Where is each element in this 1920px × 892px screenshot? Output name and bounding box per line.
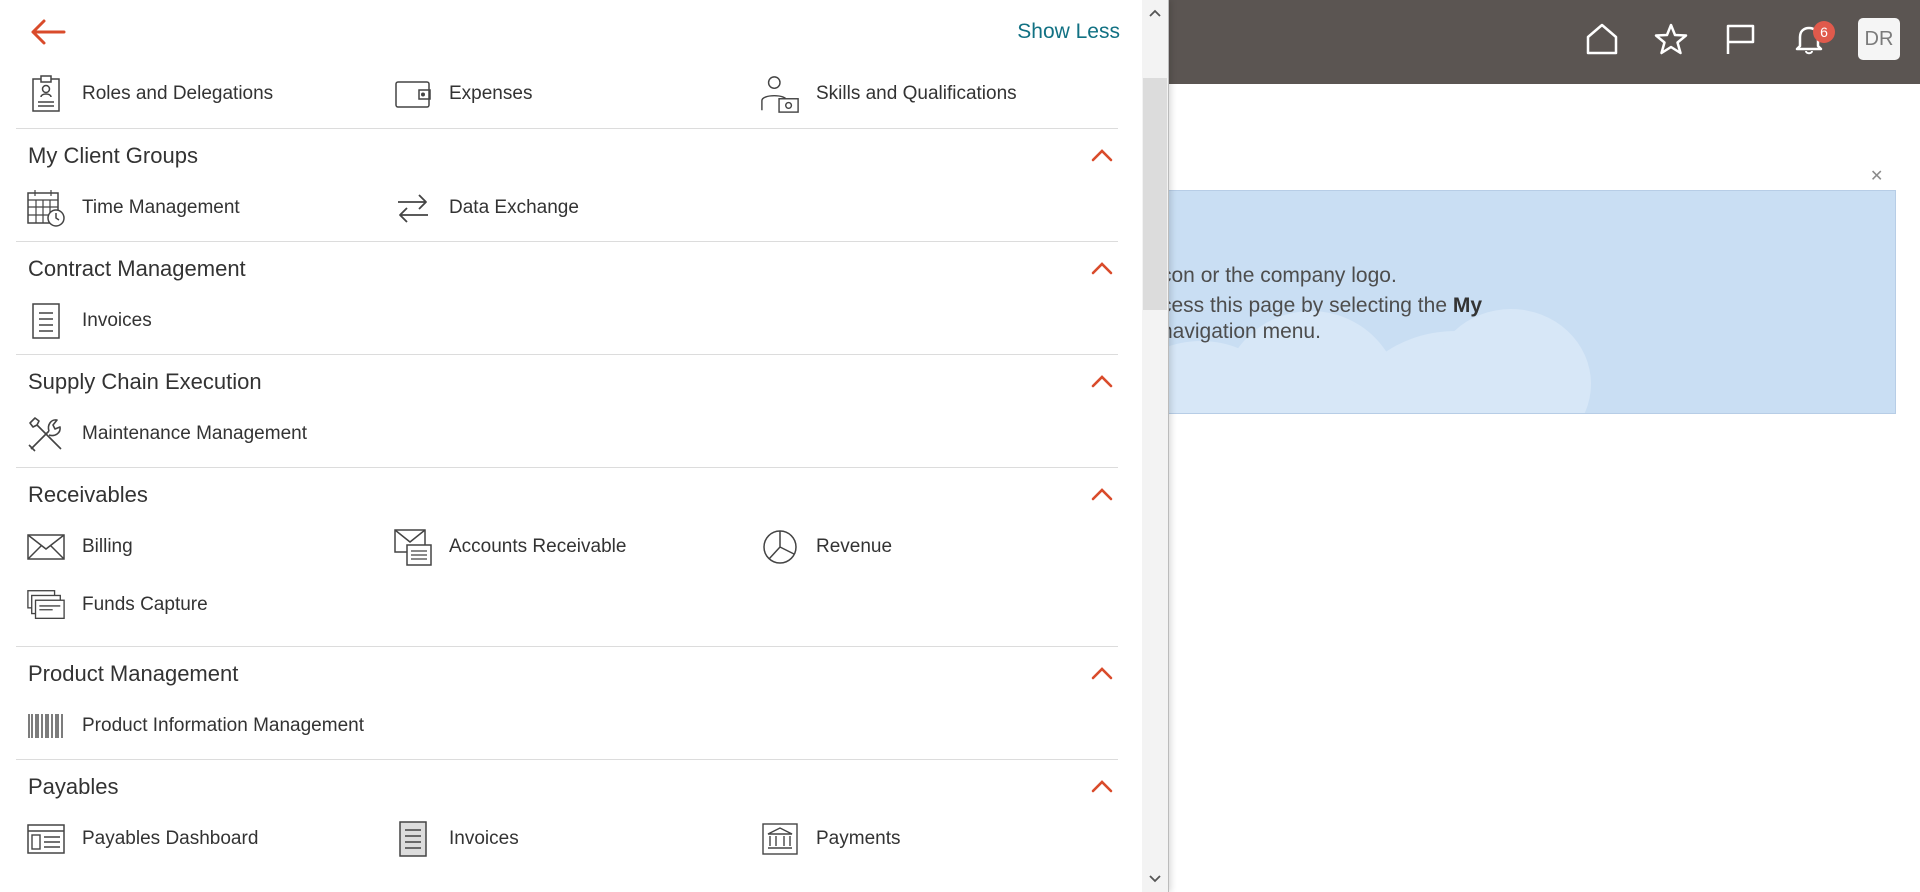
section-header[interactable]: Contract Management bbox=[16, 242, 1118, 296]
section-product-management: Product Management Product Information M… bbox=[16, 646, 1118, 759]
document-icon bbox=[26, 301, 66, 341]
chevron-up-icon[interactable] bbox=[1090, 258, 1114, 278]
section-header[interactable]: Supply Chain Execution bbox=[16, 355, 1118, 409]
nav-item-data-exchange[interactable]: Data Exchange bbox=[383, 188, 750, 228]
section-items-row: Product Information Management bbox=[16, 701, 1118, 751]
section-title: Payables bbox=[28, 774, 119, 799]
chevron-up-icon[interactable] bbox=[1090, 776, 1114, 796]
nav-item-label: Skills and Qualifications bbox=[816, 83, 1017, 104]
invoice-list-icon bbox=[393, 819, 433, 859]
section-header[interactable]: Product Management bbox=[16, 647, 1118, 701]
info-banner: con or the company logo. cess this page … bbox=[1160, 190, 1896, 414]
section-contract-management: Contract Management Invoices bbox=[16, 241, 1118, 354]
banner-line-3: navigation menu. bbox=[1161, 320, 1321, 343]
nav-item-skills-and-qualifications[interactable]: Skills and Qualifications bbox=[750, 74, 1117, 114]
star-icon[interactable] bbox=[1651, 19, 1691, 59]
nav-item-label: Payables Dashboard bbox=[82, 828, 259, 849]
section-items-row: Invoices bbox=[16, 296, 1118, 346]
nav-item-label: Invoices bbox=[82, 310, 152, 331]
nav-item-time-management[interactable]: Time Management bbox=[16, 188, 383, 228]
person-certificate-icon bbox=[760, 74, 800, 114]
wallet-icon bbox=[393, 74, 433, 114]
section-receivables: Receivables Billing Accounts Receivable … bbox=[16, 467, 1118, 646]
nav-item-label: Data Exchange bbox=[449, 197, 579, 218]
back-arrow-icon[interactable] bbox=[28, 16, 68, 48]
banner-line-2: cess this page by selecting the My bbox=[1161, 294, 1483, 317]
section-title: Contract Management bbox=[28, 256, 246, 281]
nav-item-maintenance-management[interactable]: Maintenance Management bbox=[16, 414, 383, 454]
chevron-up-icon[interactable] bbox=[1090, 371, 1114, 391]
nav-item-label: Payments bbox=[816, 828, 901, 849]
envelope-icon bbox=[26, 527, 66, 567]
nav-item-roles-and-delegations[interactable]: Roles and Delegations bbox=[16, 74, 383, 114]
top-items-row: Roles and Delegations Expenses Skills an… bbox=[16, 70, 1118, 118]
nav-item-label: Revenue bbox=[816, 536, 893, 557]
stacked-cards-icon bbox=[26, 585, 66, 625]
section-payables: Payables Payables Dashboard Invoices Pay… bbox=[16, 759, 1118, 872]
scroll-up-icon[interactable] bbox=[1142, 2, 1168, 24]
header-icons: 6 DR bbox=[1582, 18, 1900, 60]
exchange-arrows-icon bbox=[393, 188, 433, 228]
chevron-up-icon[interactable] bbox=[1090, 484, 1114, 504]
section-items-row: Funds Capture bbox=[16, 572, 1118, 638]
scroll-down-icon[interactable] bbox=[1142, 868, 1168, 890]
section-title: My Client Groups bbox=[28, 143, 198, 168]
navigator-content: Roles and Delegations Expenses Skills an… bbox=[16, 70, 1118, 872]
section-my-client-groups: My Client Groups Time Management Data Ex… bbox=[16, 128, 1118, 241]
nav-item-product-information-management[interactable]: Product Information Management bbox=[16, 706, 383, 746]
calendar-clock-icon bbox=[26, 188, 66, 228]
nav-item-payments[interactable]: Payments bbox=[750, 819, 1117, 859]
nav-item-invoices[interactable]: Invoices bbox=[16, 301, 383, 341]
section-title: Receivables bbox=[28, 482, 148, 507]
close-banner-icon[interactable]: ✕ bbox=[1870, 166, 1883, 186]
section-title: Supply Chain Execution bbox=[28, 369, 262, 394]
section-items-row: Billing Accounts Receivable Revenue bbox=[16, 522, 1118, 572]
nav-item-label: Time Management bbox=[82, 197, 240, 218]
dashboard-icon bbox=[26, 819, 66, 859]
section-items-row: Maintenance Management bbox=[16, 409, 1118, 459]
section-header[interactable]: Receivables bbox=[16, 468, 1118, 522]
section-title: Product Management bbox=[28, 661, 239, 686]
nav-item-payables-invoices[interactable]: Invoices bbox=[383, 819, 750, 859]
nav-item-revenue[interactable]: Revenue bbox=[750, 527, 1117, 567]
chevron-up-icon[interactable] bbox=[1090, 145, 1114, 165]
nav-item-billing[interactable]: Billing bbox=[16, 527, 383, 567]
notification-badge: 6 bbox=[1813, 21, 1835, 43]
tools-icon bbox=[26, 414, 66, 454]
show-less-link[interactable]: Show Less bbox=[1017, 20, 1120, 44]
user-avatar[interactable]: DR bbox=[1858, 18, 1900, 60]
nav-item-label: Invoices bbox=[449, 828, 519, 849]
nav-item-expenses[interactable]: Expenses bbox=[383, 74, 750, 114]
nav-item-label: Funds Capture bbox=[82, 594, 208, 615]
flag-icon[interactable] bbox=[1720, 19, 1760, 59]
home-icon[interactable] bbox=[1582, 19, 1622, 59]
nav-item-label: Product Information Management bbox=[82, 715, 364, 736]
nav-item-accounts-receivable[interactable]: Accounts Receivable bbox=[383, 527, 750, 567]
nav-item-label: Expenses bbox=[449, 83, 533, 104]
badge-icon bbox=[26, 74, 66, 114]
banner-line-1: con or the company logo. bbox=[1161, 264, 1397, 287]
banner-text: con or the company logo. cess this page … bbox=[1161, 259, 1482, 345]
scrollbar-thumb[interactable] bbox=[1143, 78, 1167, 310]
nav-item-label: Billing bbox=[82, 536, 133, 557]
chevron-up-icon[interactable] bbox=[1090, 663, 1114, 683]
drawer-scrollbar[interactable] bbox=[1142, 0, 1168, 892]
bank-icon bbox=[760, 819, 800, 859]
nav-item-payables-dashboard[interactable]: Payables Dashboard bbox=[16, 819, 383, 859]
nav-item-label: Maintenance Management bbox=[82, 423, 307, 444]
bell-icon[interactable]: 6 bbox=[1789, 19, 1835, 59]
section-items-row: Time Management Data Exchange bbox=[16, 183, 1118, 233]
navigator-drawer: Show Less Roles and Delegations Expenses… bbox=[0, 0, 1169, 892]
barcode-icon bbox=[26, 706, 66, 746]
envelope-document-icon bbox=[393, 527, 433, 567]
pie-chart-icon bbox=[760, 527, 800, 567]
section-supply-chain-execution: Supply Chain Execution Maintenance Manag… bbox=[16, 354, 1118, 467]
nav-item-label: Roles and Delegations bbox=[82, 83, 274, 104]
section-header[interactable]: My Client Groups bbox=[16, 129, 1118, 183]
nav-item-funds-capture[interactable]: Funds Capture bbox=[16, 585, 383, 625]
section-items-row: Payables Dashboard Invoices Payments bbox=[16, 814, 1118, 864]
nav-item-label: Accounts Receivable bbox=[449, 536, 627, 557]
section-header[interactable]: Payables bbox=[16, 760, 1118, 814]
